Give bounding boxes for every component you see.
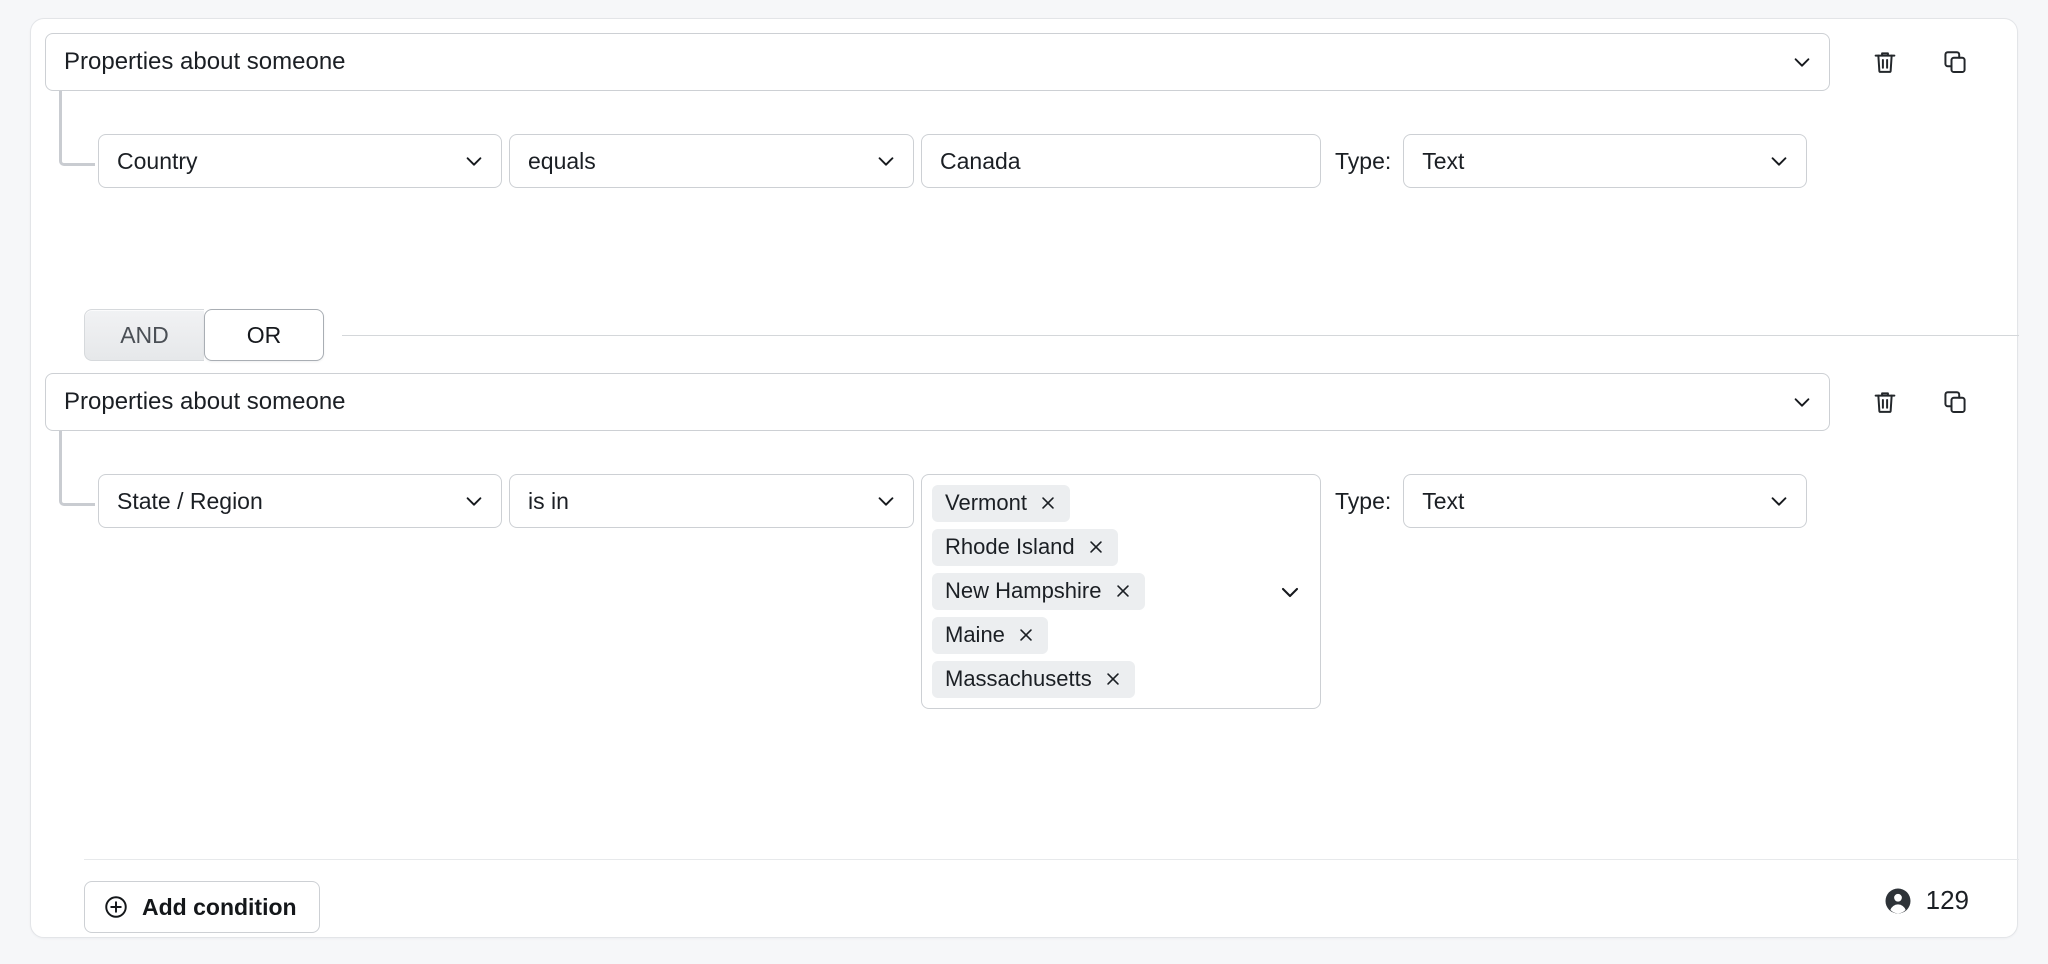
group-2-type-select[interactable]: Text	[1403, 474, 1807, 528]
chevron-down-icon	[463, 490, 485, 512]
group-2-object-select[interactable]: Properties about someone	[45, 373, 1830, 431]
pill-label: Maine	[945, 624, 1005, 646]
chevron-down-icon	[1791, 391, 1813, 413]
pill-label: New Hampshire	[945, 580, 1102, 602]
group-1-connector	[59, 91, 95, 166]
group-1-object-label: Properties about someone	[64, 50, 346, 74]
group-1-object-select[interactable]: Properties about someone	[45, 33, 1830, 91]
group-2-field-label: State / Region	[117, 490, 263, 513]
group-2-type-label: Type:	[1335, 474, 1391, 528]
group-2-connector	[59, 431, 95, 506]
group-2-delete-button[interactable]	[1868, 385, 1902, 419]
chevron-down-icon	[463, 150, 485, 172]
selected-value-pill[interactable]: Rhode Island	[932, 529, 1118, 566]
group-2-value-multiselect[interactable]: Vermont Rhode Island New Hampshire	[921, 474, 1321, 709]
group-2-duplicate-button[interactable]	[1938, 385, 1972, 419]
pill-label: Rhode Island	[945, 536, 1075, 558]
condition-group-2-header: Properties about someone	[45, 373, 1972, 431]
add-condition-label: Add condition	[142, 894, 297, 921]
close-icon[interactable]	[1114, 582, 1132, 600]
close-icon[interactable]	[1104, 670, 1122, 688]
add-condition-button[interactable]: Add condition	[84, 881, 320, 933]
close-icon[interactable]	[1017, 626, 1035, 644]
logic-toggle-and-label: AND	[120, 322, 169, 349]
pill-label: Massachusetts	[945, 668, 1092, 690]
filter-builder-card: Properties about someone	[30, 18, 2018, 938]
group-1-type-value: Text	[1422, 150, 1464, 173]
group-2-type-value: Text	[1422, 490, 1464, 513]
record-count-value: 129	[1926, 885, 1969, 916]
close-icon[interactable]	[1039, 494, 1057, 512]
group-2-operator-select[interactable]: is in	[509, 474, 914, 528]
group-1-type-select[interactable]: Text	[1403, 134, 1807, 188]
group-1-field-select[interactable]: Country	[98, 134, 502, 188]
group-1-duplicate-button[interactable]	[1938, 45, 1972, 79]
group-2-object-label: Properties about someone	[64, 390, 346, 414]
selected-value-pill[interactable]: Maine	[932, 617, 1048, 654]
logic-toggle: AND OR	[84, 309, 324, 361]
group-1-value-input[interactable]: Canada	[921, 134, 1321, 188]
selected-value-pill[interactable]: Vermont	[932, 485, 1070, 522]
group-2-operator-label: is in	[528, 490, 569, 513]
plus-circle-icon	[103, 894, 129, 920]
chevron-down-icon	[1768, 150, 1790, 172]
footer-divider	[84, 859, 2019, 860]
logic-toggle-or[interactable]: OR	[204, 309, 324, 361]
person-circle-icon	[1883, 886, 1913, 916]
logic-operator-row: AND OR	[84, 307, 2019, 363]
logic-toggle-or-label: OR	[247, 322, 282, 349]
close-icon[interactable]	[1087, 538, 1105, 556]
group-1-delete-button[interactable]	[1868, 45, 1902, 79]
logic-toggle-and[interactable]: AND	[84, 309, 204, 361]
group-2-field-select[interactable]: State / Region	[98, 474, 502, 528]
chevron-down-icon[interactable]	[1278, 580, 1302, 604]
logic-divider-line	[342, 335, 2019, 336]
selected-value-pill[interactable]: Massachusetts	[932, 661, 1135, 698]
condition-group-1-header: Properties about someone	[45, 33, 1972, 91]
record-count: 129	[1883, 885, 1969, 916]
group-1-operator-label: equals	[528, 150, 596, 173]
chevron-down-icon	[1768, 490, 1790, 512]
condition-group-1-row: Country equals Canada Type: Text	[98, 134, 1807, 188]
group-1-type-label: Type:	[1335, 134, 1391, 188]
condition-group-2-row: State / Region is in Vermont	[98, 474, 1807, 709]
group-1-operator-select[interactable]: equals	[509, 134, 914, 188]
group-1-field-label: Country	[117, 150, 198, 173]
chevron-down-icon	[1791, 51, 1813, 73]
chevron-down-icon	[875, 150, 897, 172]
selected-value-pill[interactable]: New Hampshire	[932, 573, 1145, 610]
chevron-down-icon	[875, 490, 897, 512]
pill-label: Vermont	[945, 492, 1027, 514]
group-1-value-text: Canada	[940, 148, 1021, 175]
filter-builder-page: Properties about someone	[0, 0, 2048, 964]
